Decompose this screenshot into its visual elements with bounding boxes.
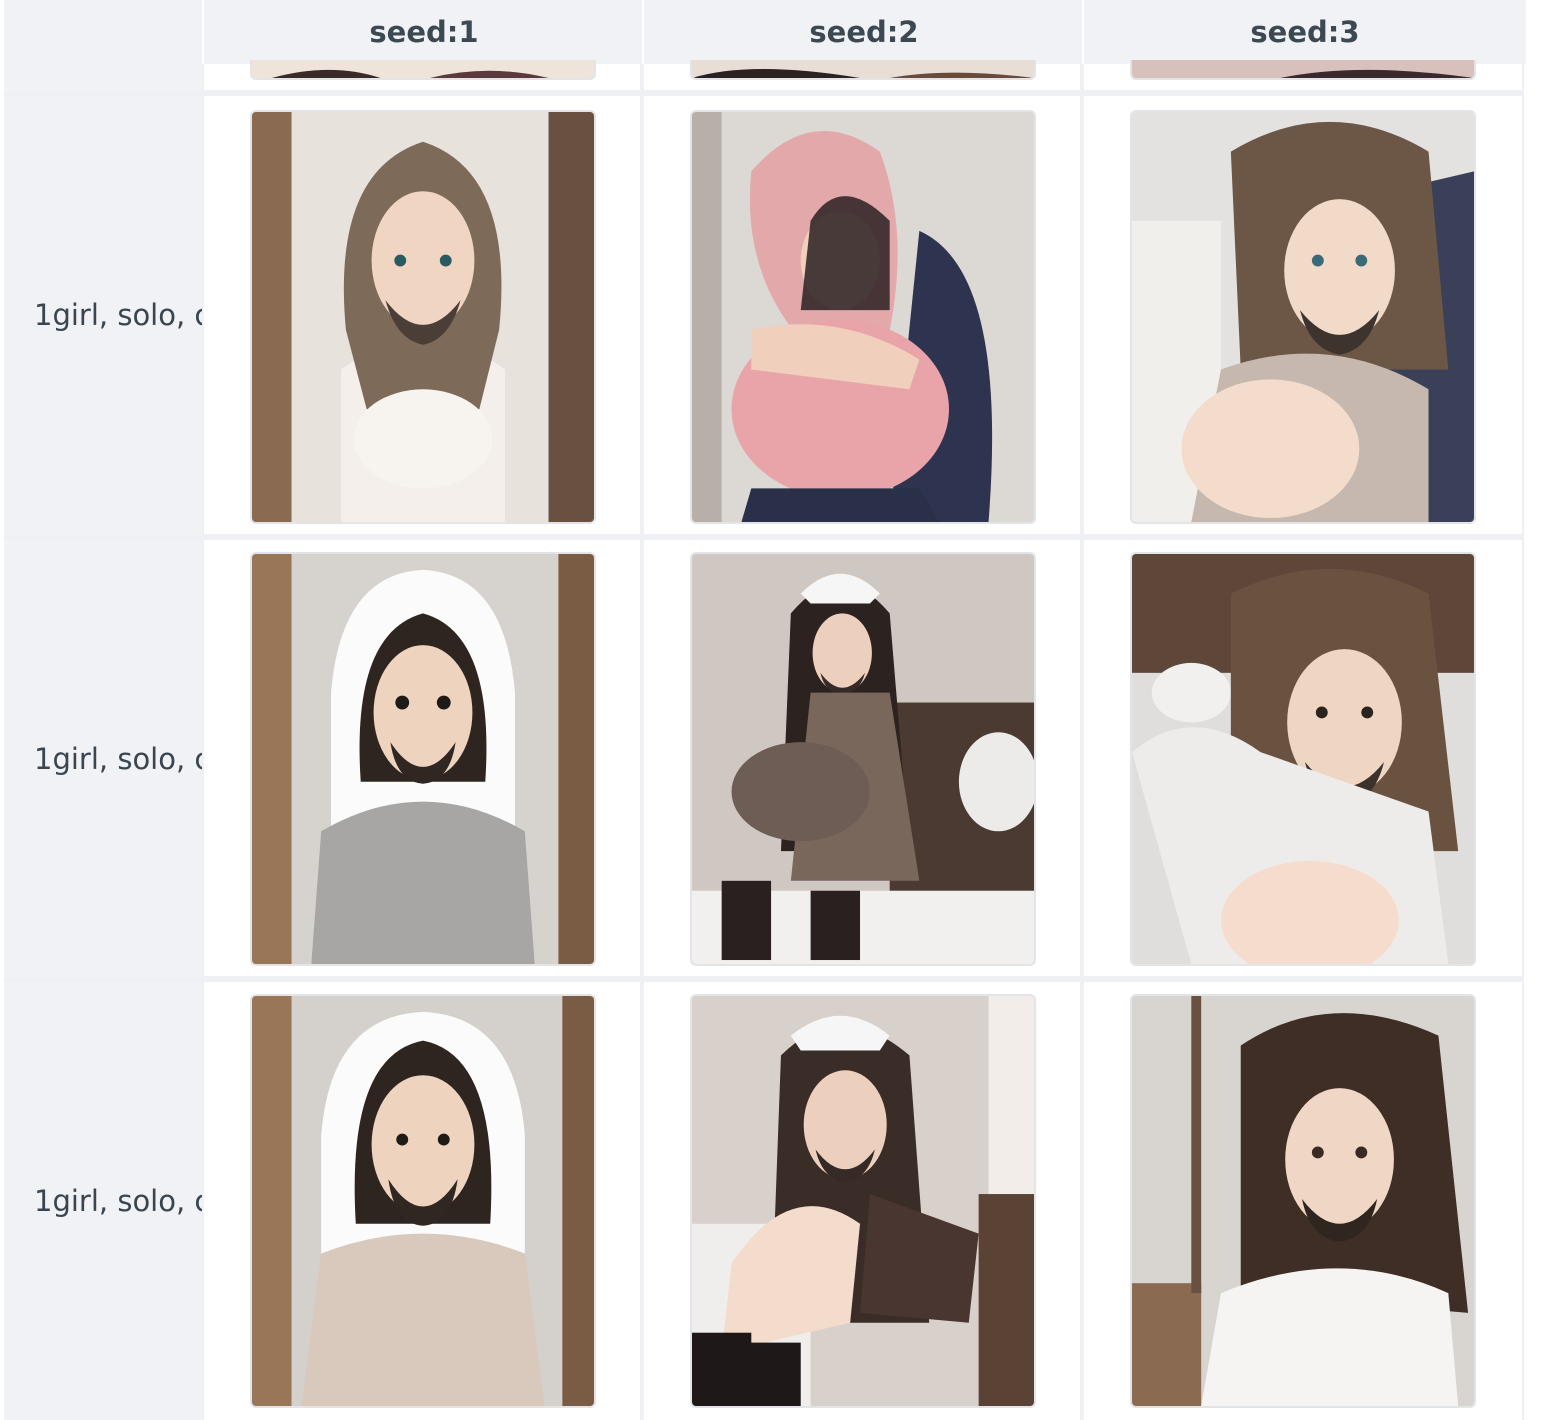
partial-image-thumb[interactable]	[690, 60, 1036, 80]
generated-image[interactable]	[1130, 110, 1476, 524]
image-cell	[1082, 96, 1524, 536]
image-cell	[1082, 982, 1524, 1420]
image-cell	[642, 96, 1082, 536]
image-cell	[202, 96, 642, 536]
column-header-seed-2: seed:2	[642, 0, 1084, 64]
generated-image[interactable]	[690, 110, 1036, 524]
column-header-seed-3: seed:3	[1082, 0, 1526, 64]
image-grid-table: seed:1 seed:2 seed:3 1girl, solo, c 1gir…	[4, 0, 1526, 1420]
row-prompt-label: 1girl, solo, c	[34, 1184, 202, 1218]
partial-row-label-cell	[4, 64, 202, 92]
column-header-label: seed:3	[1250, 15, 1360, 49]
generated-image[interactable]	[1130, 552, 1476, 966]
partial-image-cell	[1082, 60, 1524, 92]
row-prompt-label: 1girl, solo, c	[34, 298, 202, 332]
column-header-label: seed:2	[809, 15, 919, 49]
partial-row	[4, 60, 1524, 92]
generated-image[interactable]	[1130, 994, 1476, 1408]
image-cell	[642, 982, 1082, 1420]
header-row: seed:1 seed:2 seed:3	[4, 0, 1526, 64]
column-header-seed-1: seed:1	[202, 0, 644, 64]
row-label-cell: 1girl, solo, c	[4, 982, 202, 1420]
image-cell	[202, 982, 642, 1420]
row-label-cell: 1girl, solo, c	[4, 540, 202, 978]
generated-image[interactable]	[250, 994, 596, 1408]
generated-image[interactable]	[690, 994, 1036, 1408]
grid-row: 1girl, solo, c	[4, 96, 1524, 536]
generated-image[interactable]	[250, 110, 596, 524]
grid-row: 1girl, solo, c	[4, 982, 1524, 1420]
row-label-cell: 1girl, solo, c	[4, 96, 202, 536]
row-prompt-label: 1girl, solo, c	[34, 742, 202, 776]
partial-image-thumb[interactable]	[250, 60, 596, 80]
partial-image-thumb[interactable]	[1130, 60, 1476, 80]
image-cell	[642, 540, 1082, 978]
grid-row: 1girl, solo, c	[4, 540, 1524, 978]
header-corner-cell	[4, 0, 202, 64]
column-header-label: seed:1	[369, 15, 479, 49]
image-cell	[1082, 540, 1524, 978]
generated-image[interactable]	[690, 552, 1036, 966]
generated-image[interactable]	[250, 552, 596, 966]
partial-image-cell	[202, 60, 642, 92]
image-cell	[202, 540, 642, 978]
partial-image-cell	[642, 60, 1082, 92]
